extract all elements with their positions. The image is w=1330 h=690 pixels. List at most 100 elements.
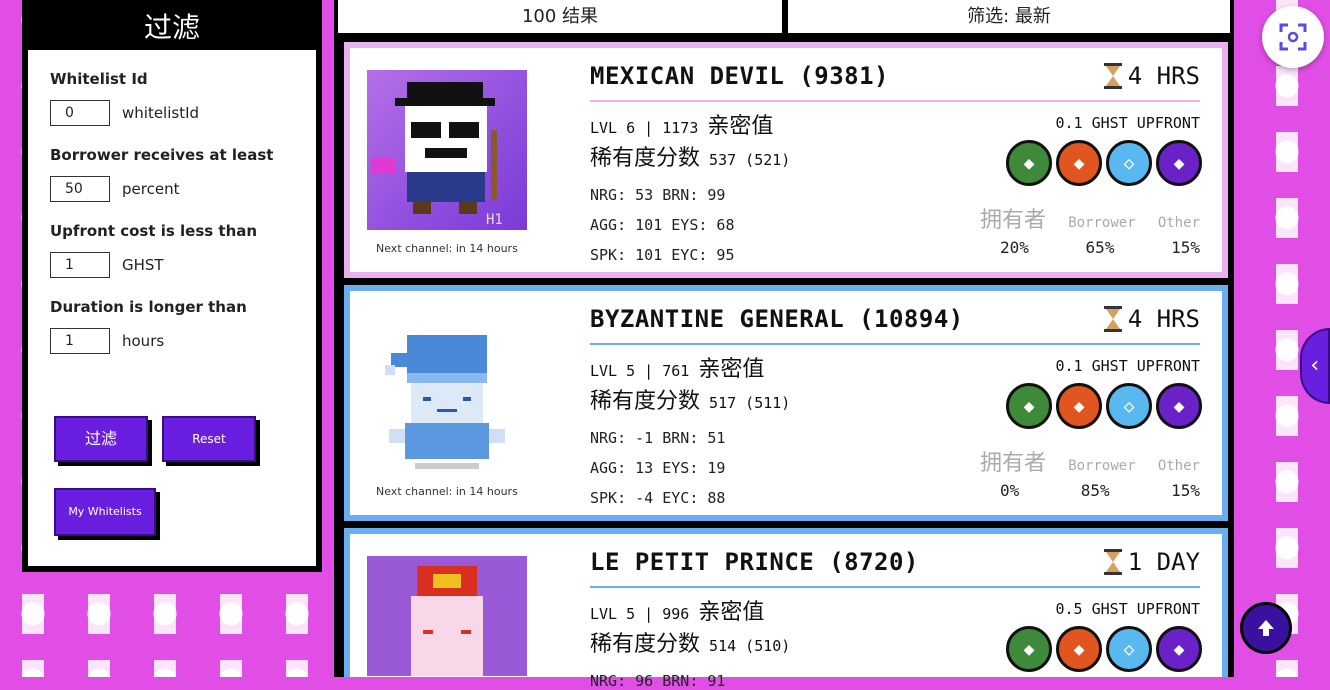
upfront-label: Upfront cost is less than bbox=[50, 222, 258, 240]
level-value: LVL 5 | 996 bbox=[590, 605, 690, 623]
results-header: 100 结果 筛选: 最新 bbox=[334, 0, 1234, 36]
duration-display: 4 HRS bbox=[1103, 62, 1200, 90]
gotchi-name: LE PETIT PRINCE (8720) bbox=[590, 548, 919, 576]
duration-input[interactable]: 1 bbox=[50, 328, 110, 354]
split-header: 拥有者 Borrower Other bbox=[980, 202, 1200, 234]
scan-icon bbox=[1279, 23, 1307, 51]
upfront-unit: GHST bbox=[122, 256, 164, 274]
fomo-coin-icon: ◆ bbox=[1056, 140, 1102, 186]
stat-line: NRG: -1 BRN: 51 bbox=[590, 429, 726, 447]
kinship-label: 亲密值 bbox=[707, 114, 774, 139]
split-header: 拥有者 Borrower Other bbox=[980, 445, 1200, 477]
rarity-label: 稀有度分数 bbox=[590, 389, 701, 414]
borrower-label: Borrower bbox=[1068, 458, 1136, 474]
filter-title: 过滤 bbox=[143, 11, 200, 44]
other-label: Other bbox=[1157, 215, 1200, 231]
alpha-coin-icon: ◇ bbox=[1106, 383, 1152, 429]
filter-panel: 过滤 Whitelist Id 0 whitelistId Borrower r… bbox=[22, 0, 322, 572]
other-label: Other bbox=[1157, 458, 1200, 474]
sort-selector[interactable]: 筛选: 最新 bbox=[788, 0, 1230, 33]
duration-text: 4 HRS bbox=[1127, 305, 1200, 333]
duration-unit: hours bbox=[122, 332, 165, 350]
alchemica-coins: ◆ ◆ ◇ ◆ bbox=[1006, 626, 1202, 672]
level-value: LVL 6 | 1173 bbox=[590, 119, 699, 137]
fomo-coin-icon: ◆ bbox=[1056, 383, 1102, 429]
kek-coin-icon: ◆ bbox=[1156, 383, 1202, 429]
borrower-share: 65% bbox=[1085, 238, 1115, 257]
gotchi-image bbox=[367, 70, 527, 230]
alpha-coin-icon: ◇ bbox=[1106, 140, 1152, 186]
stat-line: SPK: -4 EYC: 88 bbox=[590, 489, 726, 507]
split-values: 20% 65% 15% bbox=[1000, 238, 1200, 257]
split-values: 0% 85% 15% bbox=[1000, 481, 1200, 500]
listing-card[interactable]: LE PETIT PRINCE (8720) 1 DAY LVL 5 | 996… bbox=[344, 528, 1228, 690]
results-count: 100 结果 bbox=[338, 0, 782, 33]
kek-coin-icon: ◆ bbox=[1156, 140, 1202, 186]
divider bbox=[590, 343, 1200, 345]
stat-line: NRG: 96 BRN: 91 bbox=[590, 672, 726, 690]
level-line: LVL 5 | 761 亲密值 bbox=[590, 351, 764, 383]
rarity-line: 稀有度分数 537 (521) bbox=[590, 140, 790, 172]
duration-label: Duration is longer than bbox=[50, 298, 247, 316]
alpha-coin-icon: ◇ bbox=[1106, 626, 1152, 672]
rarity-score: 537 (521) bbox=[709, 151, 791, 169]
upfront-cost: 0.5 GHST UPFRONT bbox=[1055, 600, 1201, 618]
fomo-coin-icon: ◆ bbox=[1056, 626, 1102, 672]
borrower-label: Borrower bbox=[1068, 215, 1136, 231]
stat-line: AGG: 13 EYS: 19 bbox=[590, 459, 726, 477]
owner-share: 0% bbox=[1000, 481, 1020, 500]
level-line: LVL 5 | 996 亲密值 bbox=[590, 594, 764, 626]
rarity-score: 517 (511) bbox=[709, 394, 791, 412]
owner-share: 20% bbox=[1000, 238, 1029, 257]
hourglass-icon bbox=[1103, 549, 1122, 575]
borrower-share: 85% bbox=[1080, 481, 1110, 500]
other-share: 15% bbox=[1171, 481, 1200, 500]
scroll-top-button[interactable] bbox=[1240, 602, 1292, 654]
upfront-cost-input[interactable]: 1 bbox=[50, 252, 110, 278]
kinship-label: 亲密值 bbox=[698, 357, 765, 382]
apply-filter-button[interactable]: 过滤 bbox=[54, 416, 148, 462]
reset-button[interactable]: Reset bbox=[162, 416, 256, 462]
gotchi-image bbox=[367, 556, 527, 676]
hourglass-icon bbox=[1103, 63, 1122, 89]
listing-card[interactable]: Next channel: in 14 hours BYZANTINE GENE… bbox=[344, 285, 1228, 521]
owner-label: 拥有者 bbox=[980, 451, 1047, 476]
owner-label: 拥有者 bbox=[980, 208, 1047, 233]
duration-text: 4 HRS bbox=[1127, 62, 1200, 90]
stat-line: AGG: 101 EYS: 68 bbox=[590, 216, 735, 234]
rarity-line: 稀有度分数 517 (511) bbox=[590, 383, 790, 415]
chevron-left-icon: ‹ bbox=[1308, 353, 1322, 378]
rarity-label: 稀有度分数 bbox=[590, 632, 701, 657]
divider bbox=[590, 100, 1200, 102]
hourglass-icon bbox=[1103, 306, 1122, 332]
listing-card[interactable]: H1 Next channel: in 14 hours MEXICAN DEV… bbox=[344, 42, 1228, 278]
my-whitelists-button[interactable]: My Whitelists bbox=[54, 488, 156, 536]
whitelist-label: Whitelist Id bbox=[50, 70, 148, 88]
kek-coin-icon: ◆ bbox=[1156, 626, 1202, 672]
level-value: LVL 5 | 761 bbox=[590, 362, 690, 380]
borrower-percent-input[interactable]: 50 bbox=[50, 176, 110, 202]
rarity-score: 514 (510) bbox=[709, 637, 791, 655]
stat-line: NRG: 53 BRN: 99 bbox=[590, 186, 726, 204]
gotchi-badge: H1 bbox=[486, 212, 503, 228]
scan-button[interactable] bbox=[1262, 6, 1324, 68]
gotchi-image bbox=[385, 335, 505, 469]
next-channel: Next channel: in 14 hours bbox=[376, 485, 518, 498]
duration-text: 1 DAY bbox=[1127, 548, 1200, 576]
borrower-unit: percent bbox=[122, 180, 180, 198]
duration-display: 4 HRS bbox=[1103, 305, 1200, 333]
arrow-up-icon bbox=[1258, 620, 1274, 636]
upfront-cost: 0.1 GHST UPFRONT bbox=[1055, 114, 1201, 132]
fud-coin-icon: ◆ bbox=[1006, 383, 1052, 429]
gotchi-name: MEXICAN DEVIL (9381) bbox=[590, 62, 889, 90]
next-channel: Next channel: in 14 hours bbox=[376, 242, 518, 255]
other-share: 15% bbox=[1171, 238, 1200, 257]
gotchi-name: BYZANTINE GENERAL (10894) bbox=[590, 305, 964, 333]
borrower-label: Borrower receives at least bbox=[50, 146, 274, 164]
whitelist-unit: whitelistId bbox=[122, 104, 200, 122]
rarity-label: 稀有度分数 bbox=[590, 146, 701, 171]
whitelist-id-input[interactable]: 0 bbox=[50, 100, 110, 126]
fud-coin-icon: ◆ bbox=[1006, 140, 1052, 186]
stat-line: SPK: 101 EYC: 95 bbox=[590, 246, 735, 264]
fud-coin-icon: ◆ bbox=[1006, 626, 1052, 672]
